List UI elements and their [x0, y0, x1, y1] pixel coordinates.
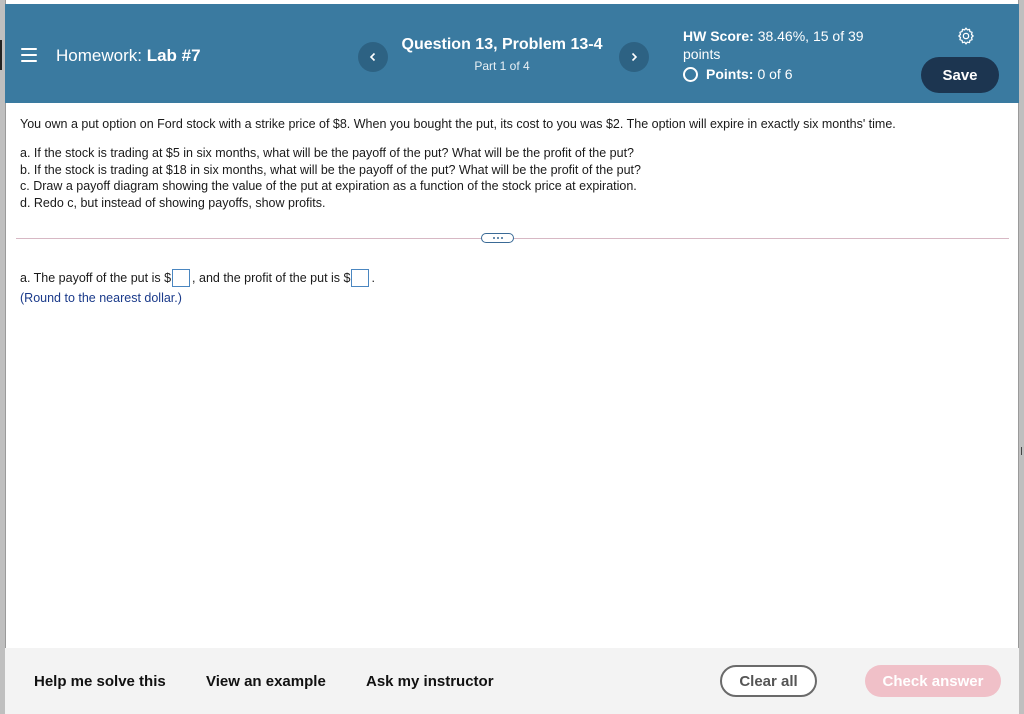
- hw-score-value: 38.46%, 15 of 39: [757, 28, 864, 44]
- header-bar: Homework: Lab #7 Question 13, Problem 13…: [5, 4, 1019, 103]
- profit-input[interactable]: [351, 269, 370, 287]
- hw-score: HW Score: 38.46%, 15 of 39: [683, 28, 883, 44]
- answer-text-2: , and the profit of the put is $: [192, 271, 351, 285]
- ask-instructor-button[interactable]: Ask my instructor: [366, 673, 494, 690]
- points-row: Points: 0 of 6: [683, 66, 883, 82]
- question-info: Question 13, Problem 13-4 Part 1 of 4: [397, 36, 607, 73]
- problem-item-c: c. Draw a payoff diagram showing the val…: [20, 179, 637, 194]
- gear-icon[interactable]: [956, 26, 976, 46]
- hw-score-suffix: points: [683, 46, 721, 62]
- points-value: 0 of 6: [757, 66, 793, 82]
- points-status-icon: [683, 66, 698, 82]
- question-title: Question 13, Problem 13-4: [401, 36, 603, 53]
- problem-item-a: a. If the stock is trading at $5 in six …: [20, 146, 634, 160]
- footer-bar: Help me solve this View an example Ask m…: [5, 648, 1019, 714]
- problem-items: a. If the stock is trading at $5 in six …: [20, 145, 1010, 211]
- problem-statement: You own a put option on Ford stock with …: [20, 116, 1010, 211]
- view-example-button[interactable]: View an example: [206, 673, 326, 690]
- chevron-right-icon: [631, 52, 638, 62]
- homework-prefix: Homework:: [56, 46, 142, 65]
- next-question-button[interactable]: [619, 42, 649, 72]
- problem-item-b: b. If the stock is trading at $18 in six…: [20, 162, 641, 177]
- hamburger-menu-icon[interactable]: [21, 48, 37, 62]
- save-button[interactable]: Save: [921, 57, 999, 93]
- window-edge-marker: [0, 40, 2, 70]
- homework-title: Homework: Lab #7: [56, 46, 201, 66]
- previous-question-button[interactable]: [358, 42, 388, 72]
- answer-line: a. The payoff of the put is $ , and the …: [20, 269, 375, 287]
- homework-name: Lab #7: [146, 46, 201, 65]
- chevron-left-icon: [369, 52, 376, 62]
- problem-intro: You own a put option on Ford stock with …: [20, 117, 896, 131]
- expand-more-button[interactable]: [481, 233, 514, 243]
- app-frame: [5, 0, 1019, 714]
- question-part: Part 1 of 4: [474, 59, 530, 73]
- check-answer-button[interactable]: Check answer: [865, 665, 1001, 697]
- ellipsis-icon: [492, 237, 495, 239]
- window-edge-tick: [1021, 447, 1022, 455]
- score-block: HW Score: 38.46%, 15 of 39 points Points…: [683, 28, 883, 82]
- rounding-hint: (Round to the nearest dollar.): [20, 291, 182, 305]
- help-me-solve-button[interactable]: Help me solve this: [34, 673, 166, 690]
- answer-text-1: a. The payoff of the put is $: [20, 271, 172, 285]
- clear-all-button[interactable]: Clear all: [720, 665, 817, 697]
- problem-item-d: d. Redo c, but instead of showing payoff…: [20, 195, 326, 210]
- hw-score-label: HW Score:: [683, 28, 754, 44]
- points-label: Points:: [706, 66, 754, 82]
- answer-area: a. The payoff of the put is $ , and the …: [20, 269, 375, 305]
- answer-text-3: .: [371, 271, 375, 285]
- payoff-input[interactable]: [172, 269, 191, 287]
